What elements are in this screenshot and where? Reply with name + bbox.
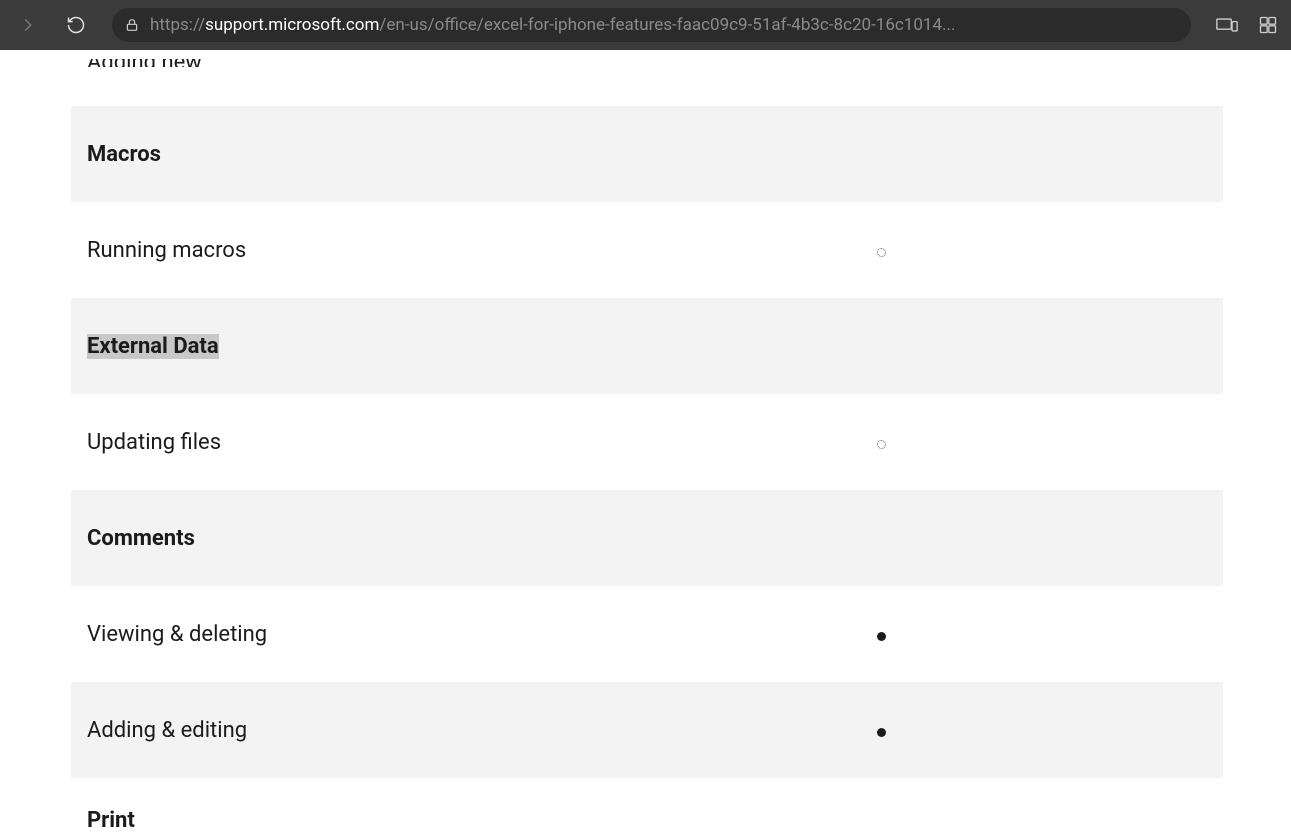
feature-label: Adding & editing [71, 682, 716, 778]
feature-label: Updating files [71, 394, 716, 490]
indicator-supported-icon [877, 728, 886, 737]
device-toggle-icon[interactable] [1207, 5, 1247, 45]
forward-button[interactable] [8, 5, 48, 45]
section-header: Macros [71, 106, 1223, 202]
table-row: Viewing & deleting [71, 586, 1223, 682]
table-row-cutoff-top: Adding new [71, 50, 1223, 76]
section-header-label: Print [71, 808, 716, 834]
table-row: Running macros [71, 202, 1223, 298]
feature-label: Viewing & deleting [71, 586, 716, 682]
table-row: Adding & editing [71, 682, 1223, 778]
indicator-partial-icon [877, 440, 886, 449]
feature-comparison-table: Adding new MacrosRunning macros External D… [71, 50, 1223, 834]
section-header-label: Macros [71, 106, 716, 202]
toolbar-right [1207, 5, 1283, 45]
extensions-icon[interactable] [1253, 5, 1283, 45]
feature-indicator [716, 394, 1046, 490]
section-header: External Data [71, 298, 1223, 394]
feature-label: Adding new [87, 59, 700, 67]
address-url: https://support.microsoft.com/en-us/offi… [150, 15, 1179, 35]
indicator-supported-icon [877, 632, 886, 641]
section-header-label: Comments [71, 490, 716, 586]
table-row-cutoff-bottom: Print [71, 808, 1223, 834]
feature-indicator [716, 682, 1046, 778]
feature-indicator [716, 202, 1046, 298]
feature-label: Running macros [71, 202, 716, 298]
section-header-label: External Data [87, 334, 219, 359]
indicator-partial-icon [877, 248, 886, 257]
address-bar[interactable]: https://support.microsoft.com/en-us/offi… [112, 8, 1191, 42]
section-header: Comments [71, 490, 1223, 586]
feature-indicator [716, 586, 1046, 682]
reload-button[interactable] [56, 5, 96, 45]
browser-toolbar: https://support.microsoft.com/en-us/offi… [0, 0, 1291, 50]
lock-icon [124, 17, 140, 33]
page-content: Adding new MacrosRunning macros External D… [0, 50, 1291, 834]
table-row: Updating files [71, 394, 1223, 490]
